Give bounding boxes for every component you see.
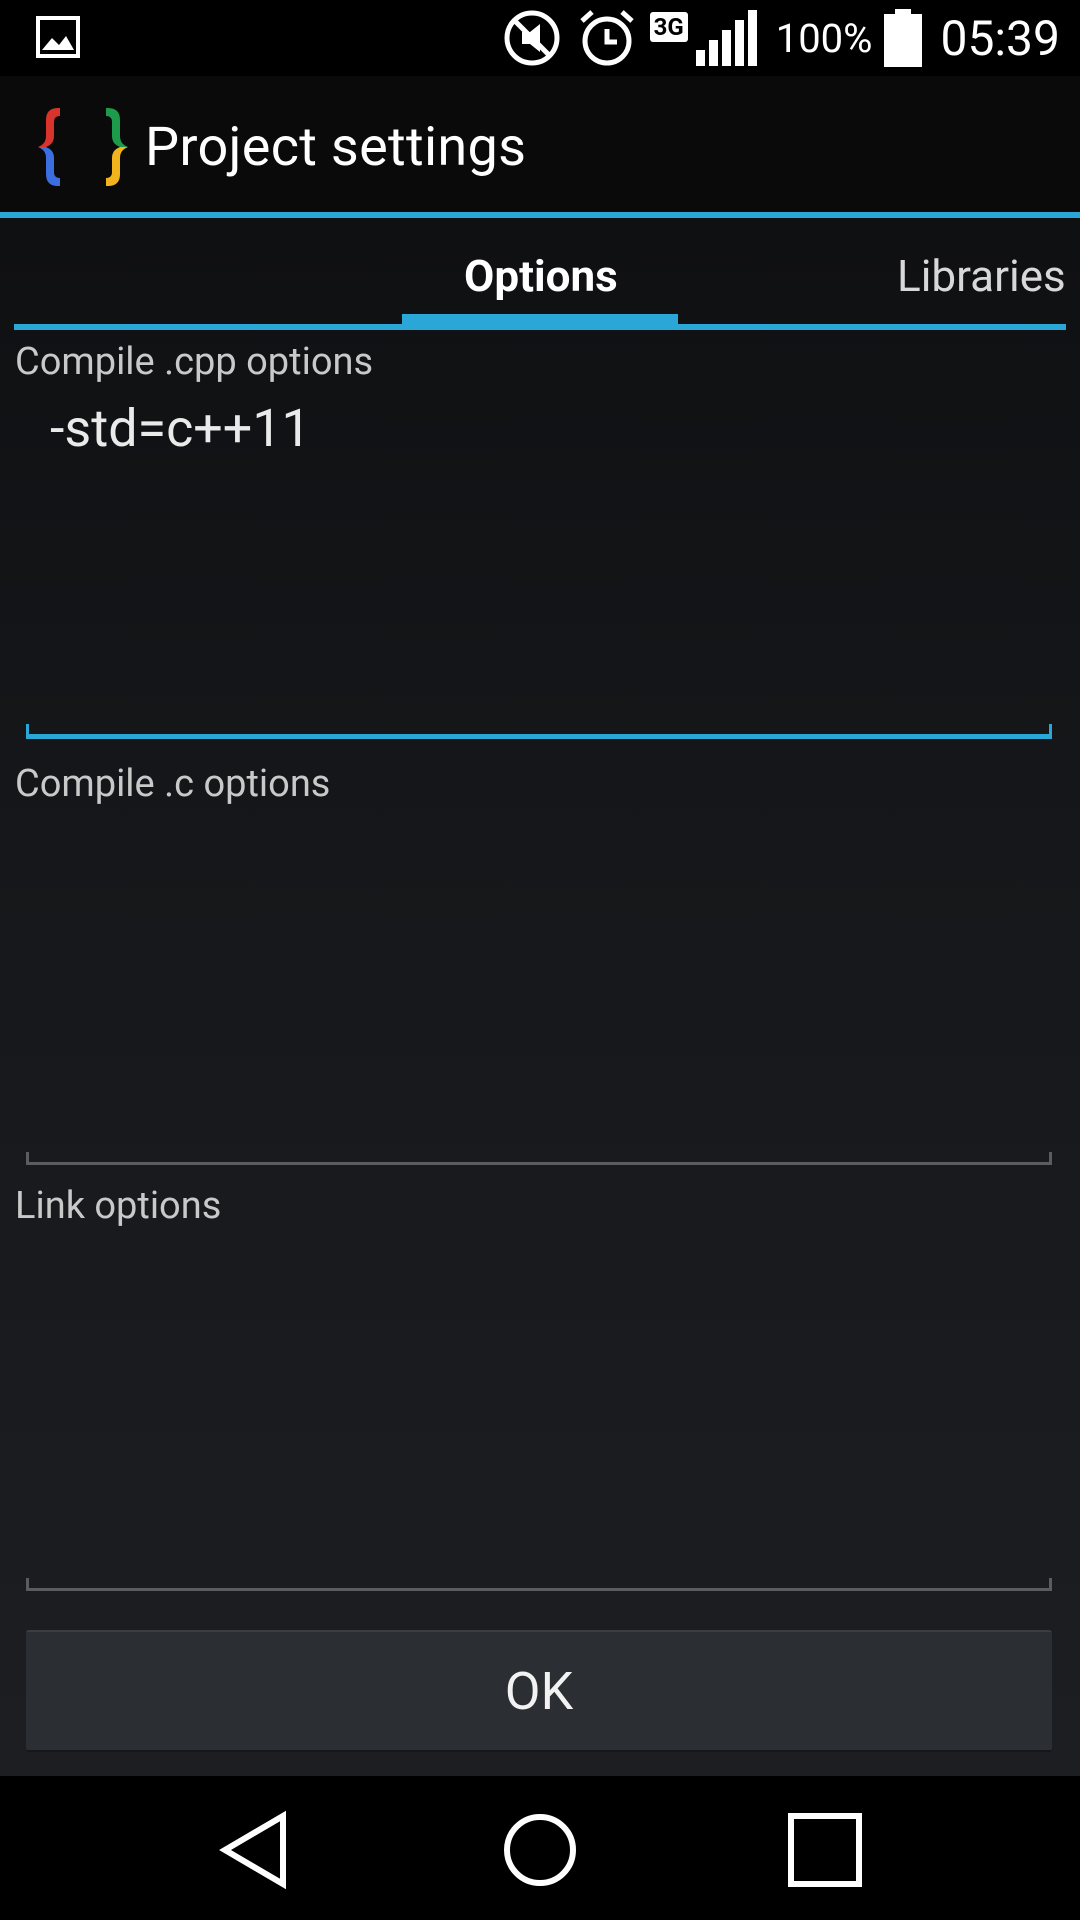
compile-c-underline (26, 1152, 1052, 1165)
mute-icon (504, 10, 560, 66)
compile-cpp-value: -std=c++11 (50, 398, 311, 459)
navigation-bar (0, 1776, 1080, 1920)
alarm-icon (579, 10, 634, 66)
compile-cpp-field[interactable]: -std=c++11 (26, 398, 1052, 740)
ok-button-label: OK (504, 1660, 574, 1722)
battery-icon (884, 9, 923, 67)
link-options-label: Link options (15, 1184, 222, 1228)
signal-icon (695, 10, 757, 66)
ok-button[interactable]: OK (26, 1630, 1052, 1752)
network-3g-icon: 3G (649, 12, 688, 42)
compile-cpp-underline (26, 724, 1052, 739)
tab-bar: Options Libraries (14, 218, 1066, 330)
recents-icon[interactable] (785, 1810, 865, 1890)
compile-c-field[interactable] (26, 818, 1052, 1148)
back-icon[interactable] (215, 1810, 295, 1890)
tab-bar-underline (14, 324, 1066, 330)
status-bar: 3G 100% 05:39 (0, 0, 1080, 76)
braces-logo-icon[interactable] (36, 104, 132, 190)
page-title: Project settings (145, 116, 527, 179)
tab-options[interactable]: Options (464, 250, 618, 302)
status-icons: 3G 100% 05:39 (502, 0, 1060, 76)
settings-content: Options Libraries Compile .cpp options -… (0, 218, 1080, 1776)
compile-c-label: Compile .c options (15, 762, 331, 806)
tab-libraries[interactable]: Libraries (897, 250, 1066, 302)
gallery-icon (36, 16, 80, 58)
compile-cpp-label: Compile .cpp options (15, 340, 374, 384)
battery-percent: 100% (775, 14, 873, 62)
link-options-field[interactable] (26, 1242, 1052, 1572)
home-icon[interactable] (500, 1810, 580, 1890)
clock-time: 05:39 (940, 9, 1060, 67)
action-bar: Project settings (0, 76, 1080, 212)
link-options-underline (26, 1578, 1052, 1591)
